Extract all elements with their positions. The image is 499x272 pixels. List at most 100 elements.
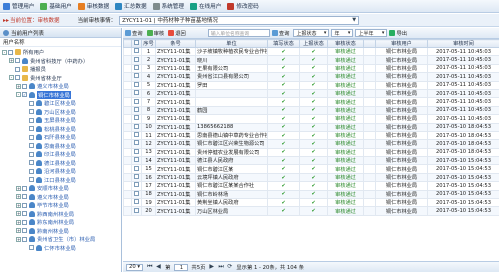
prev-page-icon[interactable]: ◀ <box>156 264 162 270</box>
toolbar-button-3[interactable]: 汇总数据 <box>115 1 147 12</box>
table-row[interactable]: 3 ZYCY11-01集 王果有限公司 ✔ ✔ 审核通过 铜仁市林业局 2017-05-11 … <box>123 63 499 74</box>
row-select-cell[interactable] <box>131 105 142 116</box>
table-row[interactable]: 4 ZYCY11-01集 贵州省江口县有限公司 ✔ ✔ 审核通过 铜仁市林业局 2017-05… <box>123 72 499 82</box>
tree-node[interactable]: 德江县林业局 <box>0 159 121 168</box>
expand-icon[interactable]: + <box>16 202 21 208</box>
task-select[interactable]: ZYCY11-01 | 中药材种子种苗基地情况 ▼ <box>119 15 360 25</box>
tree-node[interactable]: 仁怀市林业局 <box>0 244 121 253</box>
tree-checkbox[interactable] <box>29 143 34 149</box>
table-row[interactable]: 11 ZYCY11-01集 思南县德山镇中草药专业合作社 ✔ ✔ 审核通过 铜仁市林业局 20… <box>123 130 499 141</box>
row-select-cell[interactable] <box>131 72 142 82</box>
row-select-cell[interactable] <box>131 206 142 216</box>
row-checkbox[interactable] <box>134 149 139 154</box>
table-row[interactable]: 15 ZYCY11-01集 铜仁市碧江区某 ✔ ✔ 审核通过 铜仁市林业局 2017-05-1… <box>123 164 499 174</box>
tree-checkbox[interactable] <box>29 160 34 166</box>
year-select[interactable]: 年 ▾ <box>331 29 354 37</box>
refresh-icon[interactable]: ⟳ <box>227 264 233 270</box>
table-row[interactable]: 12 ZYCY11-01集 铜仁市碧江区兴荣生物源公司 ✔ ✔ 审核通过 铜仁市林业局 201… <box>123 139 499 149</box>
table-row[interactable]: 5 ZYCY11-01集 罗田 ✔ ✔ 审核通过 铜仁市林业局 2017-05-11 10:4… <box>123 80 499 90</box>
last-page-icon[interactable]: ⏭ <box>218 264 224 270</box>
expand-icon[interactable]: + <box>16 228 21 234</box>
row-select-cell[interactable] <box>131 164 142 174</box>
tree-node[interactable]: - 贵州省林业厅 <box>0 74 121 83</box>
row-checkbox[interactable] <box>134 98 139 104</box>
report-state-select[interactable]: 上报状态 ▾ <box>293 29 330 37</box>
row-select-cell[interactable] <box>131 46 142 57</box>
tree-node[interactable]: + 黔西南州林业局 <box>0 210 121 219</box>
tree-node[interactable]: 沿河县林业局 <box>0 167 121 176</box>
tree-checkbox[interactable] <box>29 245 34 251</box>
row-checkbox[interactable] <box>134 157 139 163</box>
tree-node[interactable]: - 所有用户 <box>0 48 121 57</box>
table-row[interactable]: 8 ZYCY11-01集 鹤园 ✔ ✔ 审核通过 铜仁市林业局 2017-05-11 10:4… <box>123 105 499 116</box>
tree-checkbox[interactable] <box>22 228 27 234</box>
tree-node[interactable]: 松桃县林业局 <box>0 125 121 134</box>
tree-checkbox[interactable] <box>22 185 27 191</box>
tree-node[interactable]: + 黔南州林业局 <box>0 227 121 236</box>
tree-node[interactable]: 石阡县林业局 <box>0 133 121 142</box>
row-checkbox[interactable] <box>134 115 139 121</box>
toolbar-button-2[interactable]: 审核数据 <box>77 1 109 12</box>
toolbar-button-6[interactable]: 修改密码 <box>227 1 259 12</box>
row-checkbox[interactable] <box>134 107 139 112</box>
tree-node[interactable]: + 贵州省科技厅（中药办） <box>0 57 121 66</box>
tree-node[interactable]: + 毕节市林业局 <box>0 201 121 210</box>
expand-icon[interactable]: + <box>16 219 21 225</box>
reject-button[interactable]: 退回 <box>168 29 186 37</box>
tree-node[interactable]: + 贵州省卫生（市）林业局 <box>0 235 121 244</box>
first-page-icon[interactable]: ⏮ <box>147 264 153 270</box>
row-select-cell[interactable] <box>131 80 142 90</box>
row-select-cell[interactable] <box>131 189 142 200</box>
query-button[interactable]: 查询 <box>271 29 289 37</box>
row-checkbox[interactable] <box>134 73 139 79</box>
tree-node[interactable]: 万山区林业局 <box>0 108 121 117</box>
tree-checkbox[interactable] <box>29 117 34 123</box>
table-row[interactable]: 7 ZYCY11-01集 ✔ ✔ 审核通过 铜仁市林业局 2017-05-11 10:45:… <box>123 97 499 107</box>
row-select-cell[interactable] <box>131 172 142 183</box>
row-select-cell[interactable] <box>131 55 142 65</box>
table-row[interactable]: 13 ZYCY11-01集 贵州停健农业发展有限公司 ✔ ✔ 审核通过 铜仁市林业局 2017… <box>123 147 499 158</box>
collapse-icon[interactable]: - <box>2 49 7 55</box>
tree-checkbox[interactable] <box>29 109 34 115</box>
tree-node[interactable]: 玉屏县林业局 <box>0 116 121 125</box>
table-row[interactable]: 16 ZYCY11-01集 云境坪镇人民政府 ✔ ✔ 审核通过 铜仁市林业局 2017-05-… <box>123 172 499 183</box>
tree-checkbox[interactable] <box>22 202 27 208</box>
page-size-select[interactable]: 20 ▾ <box>126 263 144 271</box>
row-select-cell[interactable] <box>131 88 142 99</box>
table-row[interactable]: 10 ZYCY11-01集 13865662188 ✔ ✔ 审核通过 铜仁市林业局 2017-… <box>123 122 499 132</box>
row-select-cell[interactable] <box>131 147 142 158</box>
expand-icon[interactable]: + <box>16 194 21 200</box>
row-select-cell[interactable] <box>131 156 142 166</box>
row-select-cell[interactable] <box>131 198 142 208</box>
table-row[interactable]: 19 ZYCY11-01集 黄荆坐镇人民政府 ✔ ✔ 审核通过 铜仁市林业局 2017-05-… <box>123 198 499 208</box>
row-checkbox[interactable] <box>134 90 139 96</box>
tree-node[interactable]: 江口县林业局 <box>0 176 121 185</box>
table-row[interactable]: 6 ZYCY11-01集 ✔ ✔ 审核通过 铜仁市林业局 2017-05-11 10:45:… <box>123 88 499 99</box>
tree-checkbox[interactable] <box>15 75 20 81</box>
expand-icon[interactable]: + <box>16 185 21 191</box>
tree-node[interactable]: 思南县林业局 <box>0 142 121 151</box>
row-checkbox[interactable] <box>134 199 139 205</box>
expand-icon[interactable]: + <box>16 83 21 89</box>
row-checkbox[interactable] <box>134 174 139 180</box>
tree-node[interactable]: + 黔东南州林业局 <box>0 218 121 227</box>
collapse-icon[interactable]: - <box>16 92 21 98</box>
expand-icon[interactable]: + <box>16 236 21 242</box>
toolbar-button-4[interactable]: 系统管理 <box>152 1 184 12</box>
tree-checkbox[interactable] <box>29 151 34 157</box>
tree-node[interactable]: + 遵义市林业局 <box>0 193 121 202</box>
tree-node[interactable]: - ✓ 铜仁市林业局 <box>0 90 121 100</box>
row-checkbox[interactable] <box>134 132 139 138</box>
tree-checkbox[interactable] <box>29 177 34 183</box>
row-select-cell[interactable] <box>131 97 142 107</box>
table-row[interactable]: 9 ZYCY11-01集 ✔ ✔ 审核通过 铜仁市林业局 2017-05-11 10:45:… <box>123 114 499 124</box>
table-row[interactable]: 1 ZYCY11-01集 沙子坡镇牧种植农民专业合作社 ✔ ✔ 审核通过 铜仁市林业局 201… <box>123 46 499 57</box>
tree-checkbox[interactable] <box>29 134 34 140</box>
tree-checkbox[interactable] <box>22 211 27 217</box>
row-checkbox[interactable] <box>134 124 139 129</box>
row-select-cell[interactable] <box>131 130 142 141</box>
table-row[interactable]: 14 ZYCY11-01集 德江县人民政府 ✔ ✔ 审核通过 铜仁市林业局 2017-05-1… <box>123 156 499 166</box>
tree-checkbox[interactable] <box>29 168 34 174</box>
row-checkbox[interactable] <box>134 56 139 62</box>
tree-checkbox[interactable] <box>22 194 27 200</box>
